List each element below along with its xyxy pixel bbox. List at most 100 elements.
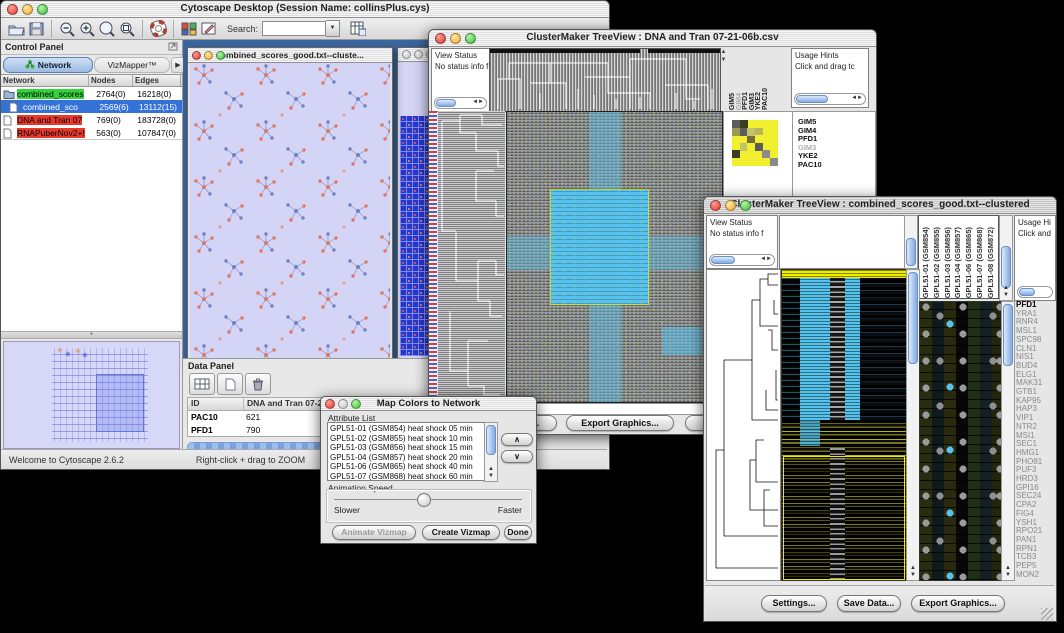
data-table-col-id[interactable]: ID	[188, 398, 244, 410]
export-graphics-button[interactable]: Export Graphics...	[911, 595, 1005, 612]
tv2-column-dendrogram-area[interactable]	[779, 215, 905, 269]
close-button[interactable]	[710, 200, 721, 211]
column-label[interactable]: GPL51-06 (GSM865)	[964, 227, 975, 298]
create-attribute-button[interactable]	[217, 373, 243, 395]
tv1-view-status-panel: View Status No status info f ◄►	[431, 48, 490, 112]
attribute-list-item[interactable]: GPL51-01 (GSM854) heat shock 05 min	[330, 424, 485, 434]
network-table-row[interactable]: combined_scores 2764(0) 16218(0)	[1, 87, 182, 100]
zoom-selected-icon[interactable]	[117, 19, 137, 39]
tv2-coltree-scrollbar[interactable]	[904, 215, 918, 269]
network-tree-empty-area[interactable]	[1, 139, 182, 331]
gene-label[interactable]: MON2	[1016, 571, 1054, 579]
network-table-row[interactable]: combined_sco 2569(6) 13112(15)	[1, 100, 182, 113]
column-label[interactable]: PAC10	[761, 88, 768, 110]
zoom-button[interactable]	[37, 4, 48, 15]
minimize-button[interactable]	[338, 399, 348, 409]
float-panel-icon[interactable]	[168, 38, 178, 56]
zoom-button[interactable]	[216, 51, 225, 60]
help-lifering-icon[interactable]	[148, 19, 168, 39]
close-button[interactable]	[402, 50, 411, 59]
tab-network[interactable]: Network	[3, 57, 93, 73]
network-view-window[interactable]: combined_scores_good.txt--cluste...	[187, 47, 393, 367]
tv2-collabel-scrollbar[interactable]: ▲▼	[999, 215, 1013, 301]
tv2-zoom-vscrollbar[interactable]: ▲▼	[1001, 301, 1015, 581]
panel-splitter[interactable]: ●	[1, 331, 182, 339]
zoom-in-icon[interactable]	[77, 19, 97, 39]
tv2-status-scrollbar[interactable]: ◄►	[709, 254, 775, 266]
tv1-column-dendrogram[interactable]	[489, 48, 721, 112]
close-button[interactable]	[325, 399, 335, 409]
close-button[interactable]	[435, 33, 446, 44]
column-label[interactable]: GPL51-01 (GSM854)	[921, 227, 932, 298]
network-table-header[interactable]: Network Nodes Edges	[1, 74, 182, 87]
animate-vizmap-button[interactable]: Animate Vizmap	[332, 525, 416, 540]
main-titlebar[interactable]: Cytoscape Desktop (Session Name: collins…	[1, 1, 609, 18]
zoom-out-icon[interactable]	[57, 19, 77, 39]
annotation-icon[interactable]	[199, 19, 219, 39]
column-label[interactable]: GPL51-03 (GSM856)	[943, 227, 954, 298]
tv1-usage-scrollbar[interactable]: ◄►	[794, 93, 866, 105]
minimize-button[interactable]	[22, 4, 33, 15]
save-data-button[interactable]: Save Data...	[837, 595, 901, 612]
tv2-row-dendrogram[interactable]	[706, 269, 781, 581]
move-up-button[interactable]: ∧	[501, 433, 533, 446]
attribute-list-item[interactable]: GPL51-02 (GSM855) heat shock 10 min	[330, 434, 485, 444]
column-label[interactable]: GPL51-07 (GSM868)	[975, 227, 986, 298]
column-label[interactable]: PFD1	[741, 92, 748, 110]
save-session-icon[interactable]	[26, 19, 46, 39]
open-session-icon[interactable]	[6, 19, 26, 39]
network-view-canvas[interactable]	[190, 63, 390, 364]
zoom-button[interactable]	[740, 200, 751, 211]
birdseye-view[interactable]	[3, 341, 180, 449]
vizmapper-icon[interactable]	[179, 19, 199, 39]
attribute-list-item[interactable]: GPL51-06 (GSM865) heat shock 40 min	[330, 462, 485, 472]
move-down-button[interactable]: ∨	[501, 450, 533, 463]
row-label[interactable]: PAC10	[798, 161, 822, 170]
network-table-row[interactable]: DNA and Tran 07 769(0) 183728(0)	[1, 113, 182, 126]
tv1-column-scroll-arrows[interactable]: ▲▼	[720, 48, 727, 110]
create-vizmap-button[interactable]: Create Vizmap	[422, 525, 500, 540]
tv2-global-heatmap[interactable]	[781, 269, 907, 581]
column-label[interactable]: YKE2	[754, 92, 761, 110]
speed-slider-knob[interactable]	[417, 493, 431, 507]
minimize-button[interactable]	[450, 33, 461, 44]
zoom-fit-icon[interactable]	[97, 19, 117, 39]
tv1-global-strip[interactable]	[429, 111, 437, 401]
close-button[interactable]	[7, 4, 18, 15]
settings-button[interactable]: Settings...	[761, 595, 827, 612]
tv2-zoom-heatmap[interactable]	[919, 301, 1002, 581]
minimize-button[interactable]	[204, 51, 213, 60]
tab-vizmapper[interactable]: VizMapper™	[94, 57, 170, 73]
birdseye-viewport-rect[interactable]	[96, 374, 144, 432]
search-dropdown-arrow[interactable]: ▼	[326, 20, 340, 37]
tv1-row-dendrogram[interactable]	[438, 111, 505, 401]
attribute-select-button[interactable]	[189, 373, 215, 395]
network-table-row[interactable]: RNAPuberNov2+! 563(0) 107847(0)	[1, 126, 182, 139]
attribute-list-item[interactable]: GPL51-03 (GSM856) heat shock 15 min	[330, 443, 485, 453]
tv1-heatmap[interactable]	[506, 111, 723, 403]
tv1-export-graphics-button[interactable]: Export Graphics...	[566, 415, 674, 431]
column-label[interactable]: GPL51-02 (GSM855)	[932, 227, 943, 298]
close-button[interactable]	[192, 51, 201, 60]
resize-grip[interactable]	[1041, 608, 1053, 620]
search-input[interactable]	[262, 21, 326, 36]
delete-attribute-button[interactable]	[245, 373, 271, 395]
zoom-button[interactable]	[351, 399, 361, 409]
column-label[interactable]: GPL51-08 (GSM872)	[986, 227, 997, 298]
attribute-list-item[interactable]: GPL51-04 (GSM857) heat shock 20 min	[330, 453, 485, 463]
minimize-button[interactable]	[414, 50, 423, 59]
column-label[interactable]: GIM5	[728, 93, 735, 110]
tv1-status-scrollbar[interactable]: ◄►	[434, 97, 487, 109]
import-table-icon[interactable]	[348, 19, 368, 39]
column-label[interactable]: GPL51-04 (GSM857)	[953, 227, 964, 298]
tv1-global-matrix[interactable]	[732, 120, 778, 166]
minimize-button[interactable]	[725, 200, 736, 211]
folder-icon	[3, 89, 15, 99]
done-button[interactable]: Done	[504, 525, 532, 540]
tv2-usage-scrollbar[interactable]	[1017, 286, 1053, 298]
attribute-list-item[interactable]: GPL51-07 (GSM868) heat shock 60 min	[330, 472, 485, 482]
attribute-list-scrollbar[interactable]: ▲▼	[484, 422, 498, 482]
tv2-button-bar: Settings... Save Data... Export Graphics…	[705, 585, 1054, 621]
zoom-button[interactable]	[465, 33, 476, 44]
tv2-global-vscrollbar[interactable]: ▲▼	[906, 269, 920, 581]
